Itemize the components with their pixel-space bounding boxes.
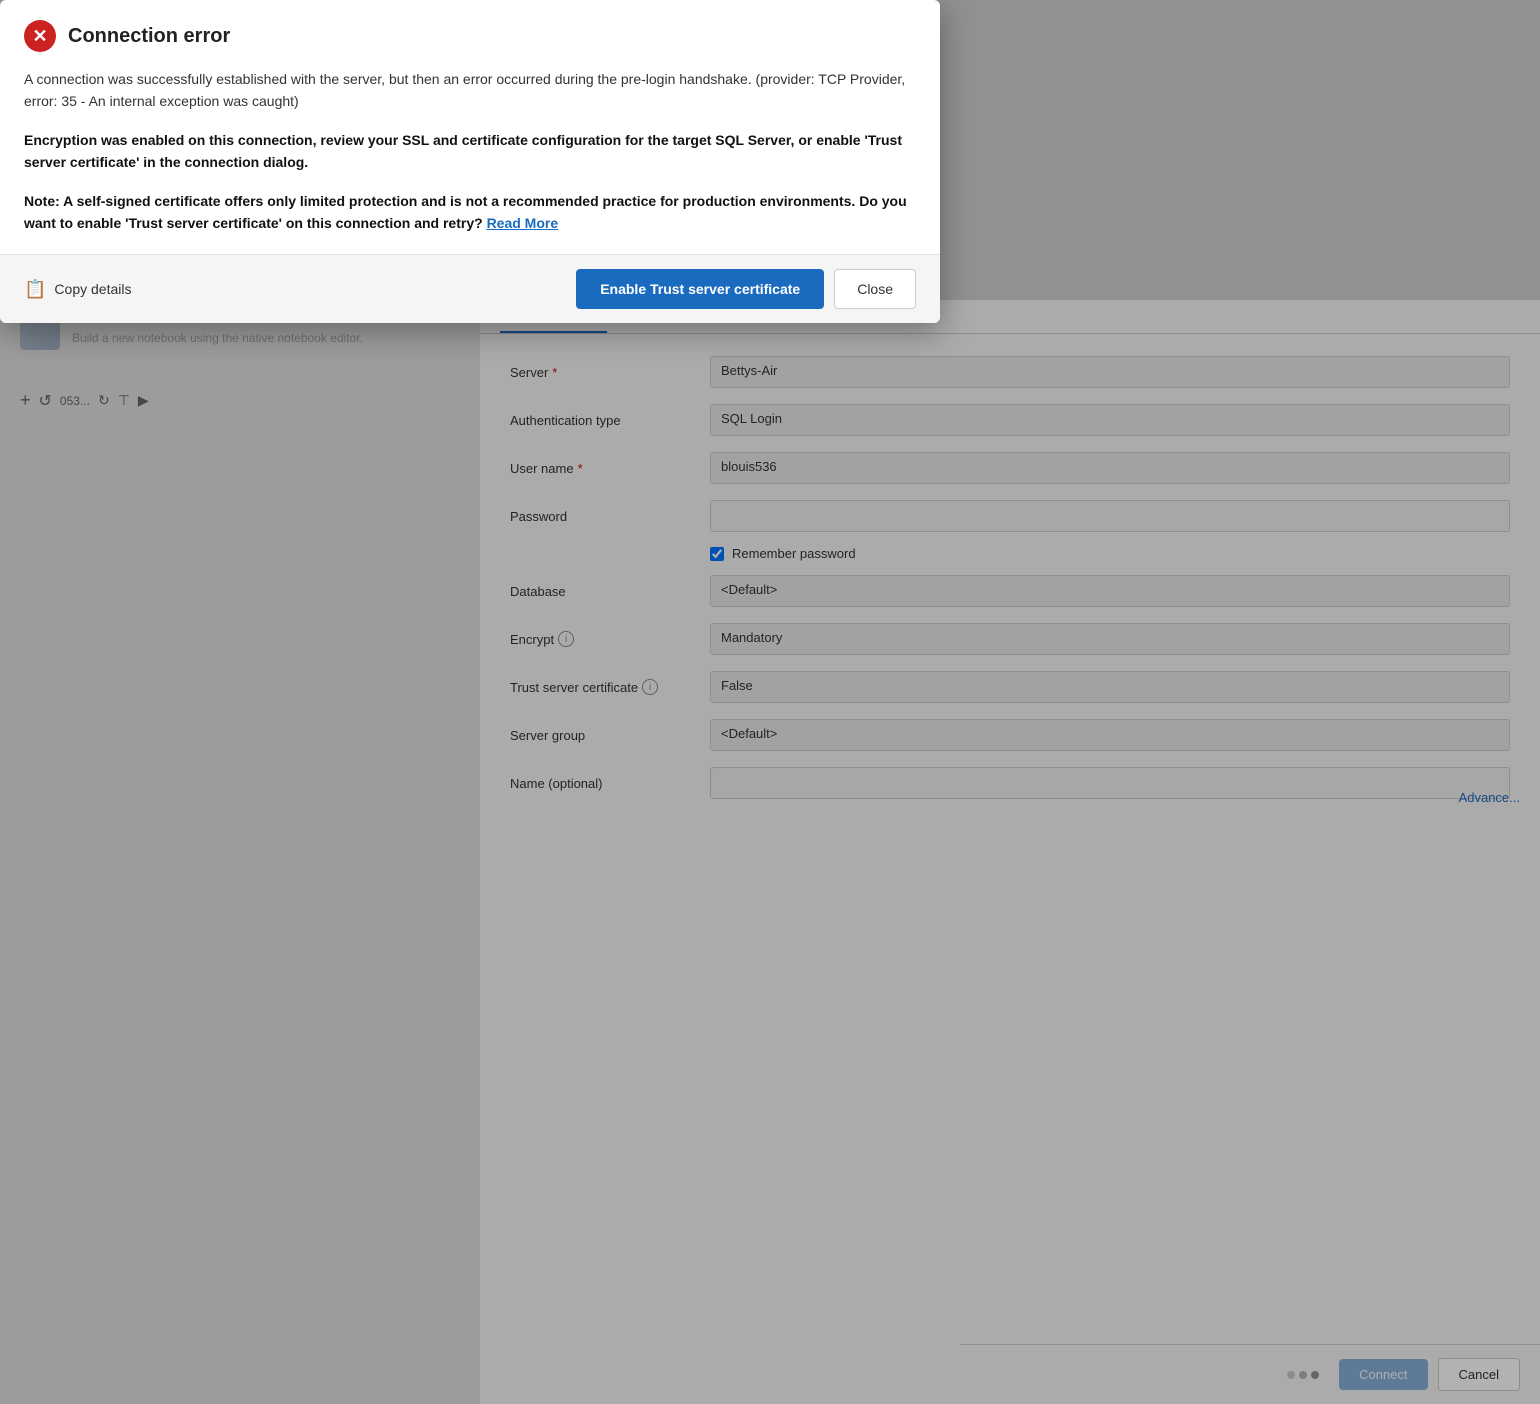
read-more-link[interactable]: Read More (487, 215, 559, 231)
error-primary-message: A connection was successfully establishe… (24, 68, 916, 113)
enable-trust-cert-button[interactable]: Enable Trust server certificate (576, 269, 824, 309)
error-dialog: ✕ Connection error A connection was succ… (0, 0, 940, 323)
error-icon: ✕ (24, 20, 56, 52)
copy-icon: 📋 (24, 279, 46, 300)
dialog-title: Connection error (68, 25, 230, 48)
copy-details-label: Copy details (54, 281, 131, 297)
dialog-footer: 📋 Copy details Enable Trust server certi… (0, 254, 940, 323)
dialog-header: ✕ Connection error (0, 0, 940, 68)
copy-details-button[interactable]: 📋 Copy details (24, 279, 131, 300)
close-button[interactable]: Close (834, 269, 916, 309)
error-bold-message: Encryption was enabled on this connectio… (24, 129, 916, 174)
modal-overlay: ✕ Connection error A connection was succ… (0, 0, 1540, 1404)
dialog-body: A connection was successfully establishe… (0, 68, 940, 254)
dialog-actions: Enable Trust server certificate Close (576, 269, 916, 309)
error-note-message: Note: A self-signed certificate offers o… (24, 190, 916, 235)
